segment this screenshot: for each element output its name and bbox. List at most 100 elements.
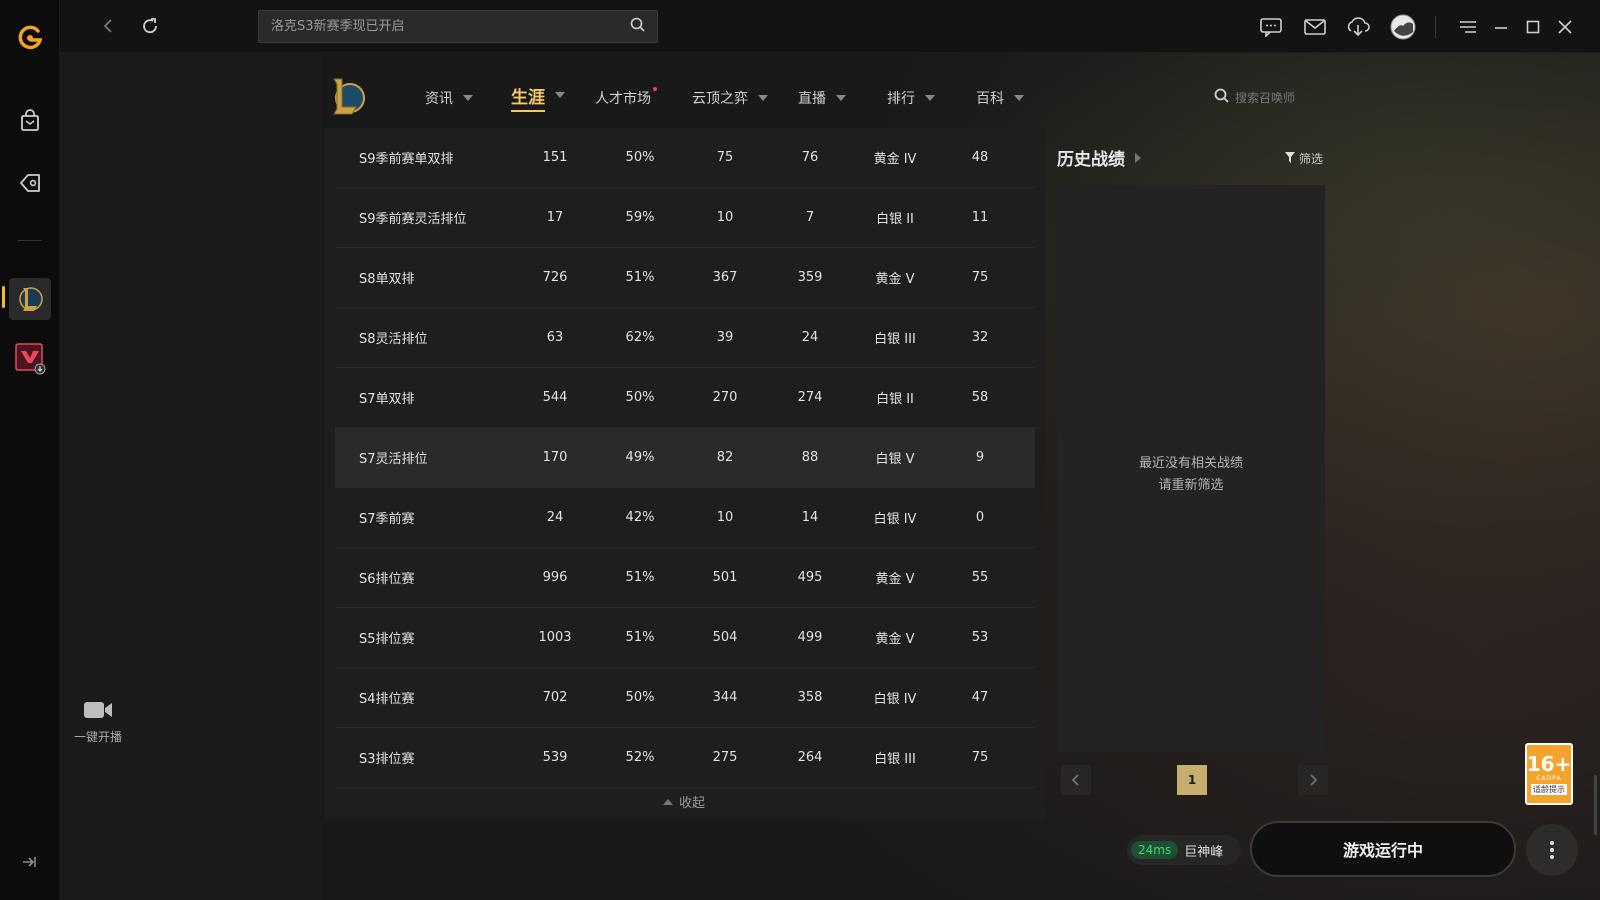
- rank-tier: 白银 III: [874, 752, 916, 767]
- history-title[interactable]: 历史战绩: [1057, 145, 1141, 170]
- prev-page-button[interactable]: [1061, 765, 1091, 795]
- wins-count: 270: [712, 390, 738, 405]
- chat-icon[interactable]: [1258, 14, 1284, 40]
- refresh-icon[interactable]: [138, 14, 162, 38]
- minimize-icon[interactable]: [1488, 14, 1514, 40]
- games-count: 1003: [538, 630, 572, 645]
- rank-tier: 黄金 V: [875, 572, 915, 587]
- points-value: 55: [971, 570, 989, 585]
- server-status[interactable]: 24ms 巨神峰: [1127, 835, 1241, 865]
- scrollbar-thumb[interactable]: [1594, 775, 1597, 835]
- global-search-bar[interactable]: [258, 10, 658, 43]
- games-count: 24: [546, 510, 564, 525]
- shop-bag-icon[interactable]: [12, 103, 48, 139]
- points-value: 58: [971, 390, 989, 405]
- more-options-button[interactable]: [1526, 824, 1578, 876]
- video-camera-icon: [70, 700, 126, 720]
- valorant-download-icon[interactable]: [12, 340, 48, 376]
- lol-logo-icon[interactable]: [328, 76, 366, 118]
- next-page-button[interactable]: [1298, 765, 1328, 795]
- losses-count: 359: [797, 270, 823, 285]
- table-row[interactable]: S4排位赛 702 50% 344 358 白银 IV 47: [335, 668, 1035, 728]
- summoner-search[interactable]: 搜索召唤师: [1214, 88, 1295, 106]
- nav-ranking[interactable]: 排行: [887, 87, 935, 109]
- points-value: 48: [971, 150, 989, 165]
- user-avatar[interactable]: [1390, 14, 1416, 40]
- rail-divider: [18, 240, 42, 241]
- table-row[interactable]: S7单双排 544 50% 270 274 白银 II 58: [335, 368, 1035, 428]
- download-icon[interactable]: [1345, 14, 1371, 40]
- losses-count: 24: [801, 330, 819, 345]
- points-value: 32: [971, 330, 989, 345]
- wegame-logo-icon[interactable]: [12, 20, 48, 56]
- chevron-right-icon: [1135, 152, 1141, 163]
- points-value: 0: [975, 510, 985, 525]
- wins-count: 501: [712, 570, 738, 585]
- wins-count: 10: [716, 510, 734, 525]
- one-click-stream-button[interactable]: 一键开播: [70, 700, 126, 745]
- search-icon[interactable]: [630, 17, 645, 36]
- nav-tft-label: 云顶之弈: [692, 91, 748, 107]
- rank-tier: 白银 IV: [873, 512, 917, 527]
- league-of-legends-icon[interactable]: [9, 278, 51, 320]
- chevron-down-icon: [925, 95, 935, 101]
- table-row[interactable]: S3排位赛 539 52% 275 264 白银 III 75: [335, 728, 1035, 788]
- game-running-button[interactable]: 游戏运行中: [1250, 821, 1516, 877]
- game-tag-icon[interactable]: [12, 165, 48, 201]
- chevron-down-icon: [758, 95, 768, 101]
- close-icon[interactable]: [1552, 14, 1578, 40]
- table-row[interactable]: S8单双排 726 51% 367 359 黄金 V 75: [335, 248, 1035, 308]
- left-rail: [0, 0, 60, 900]
- nav-wiki[interactable]: 百科: [976, 87, 1024, 109]
- active-indicator: [2, 286, 5, 308]
- win-rate: 50%: [625, 690, 655, 705]
- season-name: S5排位赛: [359, 632, 415, 647]
- nav-news[interactable]: 资讯: [425, 87, 473, 109]
- games-count: 996: [542, 570, 568, 585]
- games-count: 544: [542, 390, 568, 405]
- back-icon[interactable]: [96, 14, 120, 38]
- table-row[interactable]: S6排位赛 996 51% 501 495 黄金 V 55: [335, 548, 1035, 608]
- win-rate: 59%: [625, 210, 655, 225]
- table-row[interactable]: S7季前赛 24 42% 10 14 白银 IV 0: [335, 488, 1035, 548]
- collapse-button[interactable]: 收起: [663, 792, 705, 811]
- win-rate: 52%: [625, 750, 655, 765]
- games-count: 17: [546, 210, 564, 225]
- chevron-up-icon: [663, 798, 673, 805]
- wins-count: 367: [712, 270, 738, 285]
- season-name: S4排位赛: [359, 692, 415, 707]
- games-count: 151: [542, 150, 568, 165]
- games-count: 63: [546, 330, 564, 345]
- filter-button[interactable]: 筛选: [1285, 150, 1323, 167]
- table-row[interactable]: S8灵活排位 63 62% 39 24 白银 III 32: [335, 308, 1035, 368]
- table-row[interactable]: S7灵活排位 170 49% 82 88 白银 V 9: [335, 428, 1035, 488]
- game-nav: 资讯 生涯 人才市场 云顶之弈 直播 排行 百科: [322, 70, 1322, 126]
- menu-icon[interactable]: [1455, 14, 1481, 40]
- table-row[interactable]: S9季前赛灵活排位 17 59% 10 7 白银 II 11: [335, 188, 1035, 248]
- nav-live[interactable]: 直播: [798, 87, 846, 109]
- win-rate: 42%: [625, 510, 655, 525]
- nav-talent-market-label: 人才市场: [595, 91, 651, 107]
- age-rating-badge: 16+ CADPA 适龄提示: [1525, 743, 1573, 805]
- table-row[interactable]: S5排位赛 1003 51% 504 499 黄金 V 53: [335, 608, 1035, 668]
- page-number[interactable]: 1: [1177, 765, 1207, 795]
- nav-tft[interactable]: 云顶之弈: [692, 87, 768, 109]
- empty-line-2: 请重新筛选: [1158, 478, 1224, 493]
- expand-sidebar-icon[interactable]: [20, 853, 40, 873]
- table-row[interactable]: S9季前赛单双排 151 50% 75 76 黄金 IV 48: [335, 128, 1035, 188]
- season-name: S3排位赛: [359, 752, 415, 767]
- nav-news-label: 资讯: [425, 91, 453, 107]
- summoner-search-placeholder[interactable]: 搜索召唤师: [1235, 89, 1295, 106]
- mail-icon[interactable]: [1302, 14, 1328, 40]
- topbar-divider: [1435, 16, 1436, 38]
- global-search-input[interactable]: [271, 19, 630, 34]
- maximize-icon[interactable]: [1520, 14, 1546, 40]
- wins-count: 504: [712, 630, 738, 645]
- points-value: 9: [975, 450, 985, 465]
- wins-count: 82: [716, 450, 734, 465]
- win-rate: 51%: [625, 570, 655, 585]
- nav-talent-market[interactable]: 人才市场: [595, 87, 657, 109]
- server-name: 巨神峰: [1184, 844, 1224, 860]
- nav-career[interactable]: 生涯: [511, 84, 565, 112]
- win-rate: 62%: [625, 330, 655, 345]
